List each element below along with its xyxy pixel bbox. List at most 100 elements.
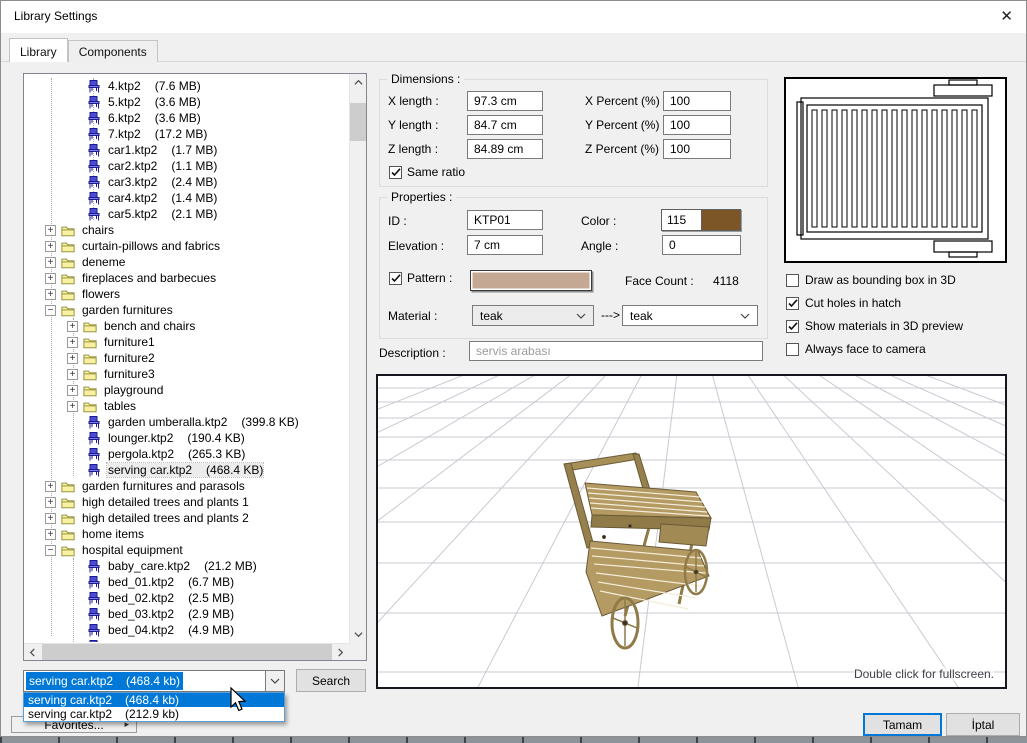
expand-icon[interactable]: + xyxy=(45,513,56,524)
tree-item-size: (2.1 MB) xyxy=(171,207,217,221)
tab-components[interactable]: Components xyxy=(68,40,158,62)
close-icon[interactable]: ✕ xyxy=(1000,7,1013,25)
vertical-scrollbar[interactable] xyxy=(349,74,366,643)
expand-icon[interactable]: + xyxy=(45,529,56,540)
tree-file-row[interactable]: bed_04.ktp2(4.9 MB) xyxy=(24,622,348,638)
color-control[interactable]: 115 xyxy=(661,209,741,231)
tree-folder-row[interactable]: +garden furnitures and parasols xyxy=(24,478,348,494)
tree-file-row[interactable]: car5.ktp2(2.1 MB) xyxy=(24,206,348,222)
expand-icon[interactable]: + xyxy=(45,241,56,252)
expand-icon[interactable]: + xyxy=(45,481,56,492)
tree-item-label: furniture1 xyxy=(103,335,156,349)
expand-icon[interactable]: + xyxy=(45,289,56,300)
tree-file-row[interactable]: lounger.ktp2(190.4 KB) xyxy=(24,430,348,446)
y-percent-input[interactable]: 100 xyxy=(663,115,731,135)
z-percent-input[interactable]: 100 xyxy=(663,139,731,159)
collapse-icon[interactable]: − xyxy=(45,305,56,316)
library-tree[interactable]: 4.ktp2(7.6 MB)5.ktp2(3.6 MB)6.ktp2(3.6 M… xyxy=(23,73,367,661)
folder-icon xyxy=(61,528,75,541)
tree-folder-row[interactable]: +curtain-pillows and fabrics xyxy=(24,238,348,254)
option-draw-as-bounding-box-in-3d[interactable]: Draw as bounding box in 3D xyxy=(786,274,1021,287)
horizontal-scrollbar[interactable] xyxy=(24,643,349,660)
expand-icon[interactable]: + xyxy=(67,385,78,396)
y-length-input[interactable]: 84.7 cm xyxy=(467,115,543,135)
tree-file-row[interactable]: baby_care.ktp2(21.2 MB) xyxy=(24,558,348,574)
tree-folder-row[interactable]: +tables xyxy=(24,398,348,414)
expand-icon[interactable]: + xyxy=(45,257,56,268)
tree-file-row[interactable]: bed_03.ktp2(2.9 MB) xyxy=(24,606,348,622)
tab-library[interactable]: Library xyxy=(9,38,68,62)
same-ratio-checkbox[interactable]: Same ratio xyxy=(389,166,465,179)
vertical-scroll-thumb[interactable] xyxy=(350,103,366,141)
id-input[interactable]: KTP01 xyxy=(467,210,543,230)
option-cut-holes-in-hatch[interactable]: Cut holes in hatch xyxy=(786,297,1021,310)
window-title: Library Settings xyxy=(14,9,97,23)
expand-icon[interactable]: + xyxy=(45,497,56,508)
scroll-right-icon[interactable] xyxy=(332,644,349,661)
tree-folder-row[interactable]: +furniture2 xyxy=(24,350,348,366)
tree-file-row[interactable]: bed_01.ktp2(6.7 MB) xyxy=(24,574,348,590)
tree-file-row[interactable]: car2.ktp2(1.1 MB) xyxy=(24,158,348,174)
expand-icon[interactable]: + xyxy=(45,225,56,236)
expand-icon[interactable]: + xyxy=(67,321,78,332)
z-length-input[interactable]: 84.89 cm xyxy=(467,139,543,159)
tree-file-row[interactable]: 4.ktp2(7.6 MB) xyxy=(24,78,348,94)
tree-folder-row[interactable]: +fireplaces and barbecues xyxy=(24,270,348,286)
expand-icon[interactable]: + xyxy=(67,401,78,412)
tree-folder-row[interactable]: +high detailed trees and plants 2 xyxy=(24,510,348,526)
tree-folder-row[interactable]: +high detailed trees and plants 1 xyxy=(24,494,348,510)
search-button[interactable]: Search xyxy=(296,669,366,692)
tree-file-row[interactable]: pergola.ktp2(265.3 KB) xyxy=(24,446,348,462)
tree-folder-row[interactable]: +bench and chairs xyxy=(24,318,348,334)
tree-folder-row[interactable]: −garden furnitures xyxy=(24,302,348,318)
expand-icon[interactable]: + xyxy=(67,337,78,348)
expand-icon[interactable]: + xyxy=(67,353,78,364)
tree-file-row[interactable]: 7.ktp2(17.2 MB) xyxy=(24,126,348,142)
scroll-down-icon[interactable] xyxy=(350,626,367,643)
tree-folder-row[interactable]: +chairs xyxy=(24,222,348,238)
scroll-left-icon[interactable] xyxy=(24,644,41,661)
tree-folder-row[interactable]: +playground xyxy=(24,382,348,398)
chair-icon xyxy=(87,80,101,93)
collapse-icon[interactable]: − xyxy=(45,545,56,556)
tree-file-row[interactable]: 6.ktp2(3.6 MB) xyxy=(24,110,348,126)
chair-icon xyxy=(87,160,101,173)
pattern-checkbox[interactable]: Pattern : xyxy=(389,272,452,285)
angle-input[interactable]: 0 xyxy=(662,235,741,255)
tree-folder-row[interactable]: −hospital equipment xyxy=(24,542,348,558)
scroll-up-icon[interactable] xyxy=(350,74,367,91)
option-show-materials-in-3d-preview[interactable]: Show materials in 3D preview xyxy=(786,320,1021,333)
option-always-face-to-camera[interactable]: Always face to camera xyxy=(786,343,1021,356)
cancel-button[interactable]: İptal xyxy=(946,713,1020,736)
tree-folder-row[interactable]: +flowers xyxy=(24,286,348,302)
tree-folder-row[interactable]: +furniture3 xyxy=(24,366,348,382)
preview-3d[interactable]: Double click for fullscreen. xyxy=(376,374,1007,689)
x-length-input[interactable]: 97.3 cm xyxy=(467,91,543,111)
x-percent-input[interactable]: 100 xyxy=(663,91,731,111)
description-input[interactable]: servis arabası xyxy=(469,341,763,361)
material-source-select[interactable]: teak xyxy=(472,305,594,326)
color-number[interactable]: 115 xyxy=(662,210,701,230)
combobox-dropdown-button[interactable] xyxy=(265,671,284,691)
tree-file-row[interactable]: car3.ktp2(2.4 MB) xyxy=(24,174,348,190)
tree-file-row[interactable]: car4.ktp2(1.4 MB) xyxy=(24,190,348,206)
pattern-swatch[interactable] xyxy=(470,270,592,291)
top-view-preview[interactable] xyxy=(784,77,1007,263)
elevation-input[interactable]: 7 cm xyxy=(467,235,543,255)
tree-file-row[interactable]: garden umberalla.ktp2(399.8 KB) xyxy=(24,414,348,430)
color-swatch[interactable] xyxy=(701,210,740,230)
tree-folder-row[interactable]: + furniture1 xyxy=(24,334,348,350)
material-target-select[interactable]: teak xyxy=(622,305,758,326)
tree-file-row[interactable]: bed_02.ktp2(2.5 MB) xyxy=(24,590,348,606)
tree-file-row[interactable]: car1.ktp2(1.7 MB) xyxy=(24,142,348,158)
tree-folder-row[interactable]: +deneme xyxy=(24,254,348,270)
tree-file-row[interactable]: serving car.ktp2(468.4 KB) xyxy=(24,462,348,478)
expand-icon[interactable]: + xyxy=(67,369,78,380)
horizontal-scroll-thumb[interactable] xyxy=(42,644,332,660)
tree-file-row[interactable]: 5.ktp2(3.6 MB) xyxy=(24,94,348,110)
dimensions-right-column: X Percent (%) :100Y Percent (%) :100Z Pe… xyxy=(585,91,765,163)
expand-icon[interactable]: + xyxy=(45,273,56,284)
tree-file-row[interactable] xyxy=(24,638,348,642)
tree-folder-row[interactable]: +home items xyxy=(24,526,348,542)
ok-button[interactable]: Tamam xyxy=(863,713,942,736)
